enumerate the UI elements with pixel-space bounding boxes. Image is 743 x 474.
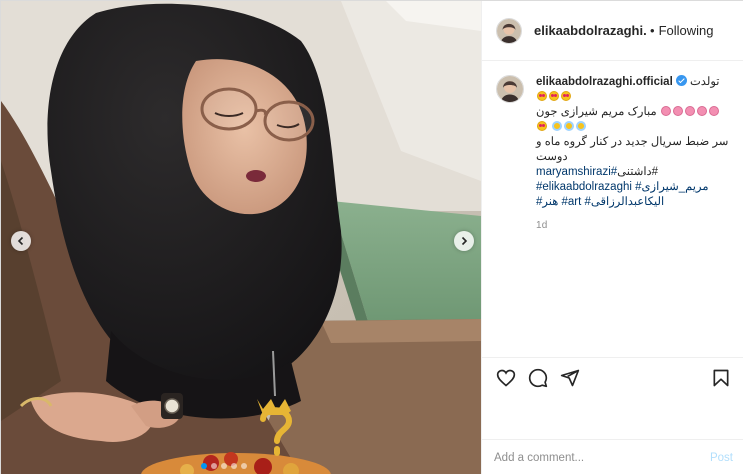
add-comment-section: Post [482, 439, 743, 474]
hashtag-link[interactable]: هنر# [536, 196, 558, 208]
caption: elikaabdolrazaghi.official تولدت مبارک م… [496, 75, 731, 233]
heart-eyes-emoji-icon [537, 91, 547, 101]
comments-area: elikaabdolrazaghi.official تولدت مبارک م… [482, 61, 743, 357]
post-timestamp[interactable]: 1d [536, 218, 731, 233]
hashtag-link[interactable]: maryamshirazi# [536, 166, 617, 178]
share-icon [560, 369, 580, 386]
post-photo [1, 1, 481, 474]
heart-eyes-emoji-icon [561, 91, 571, 101]
post-actions [482, 357, 743, 397]
header-separator: • [650, 23, 655, 38]
verified-badge-icon [675, 75, 687, 86]
caption-username[interactable]: elikaabdolrazaghi.official [536, 76, 673, 88]
like-button[interactable] [490, 362, 522, 394]
next-slide-button[interactable] [454, 231, 474, 251]
comment-icon [528, 368, 548, 387]
carousel-dot [211, 463, 217, 469]
caption-line-3: سر ضبط سریال جدید در کنار گروه ماه و دوس… [536, 136, 729, 163]
cake-emoji-icon [708, 106, 719, 116]
header-username[interactable]: elikaabdolrazaghi.offic [534, 23, 646, 38]
previous-slide-button[interactable] [11, 231, 31, 251]
caption-line-4: داشتنی# [617, 166, 659, 178]
cake-emoji-icon [672, 106, 683, 116]
smiling-halo-emoji-icon [576, 121, 587, 131]
comment-input[interactable] [494, 451, 702, 464]
carousel-dot [221, 463, 227, 469]
post-side-panel: elikaabdolrazaghi.offic • Following elik… [481, 1, 743, 474]
save-button[interactable] [705, 362, 737, 394]
chevron-right-icon [461, 236, 468, 246]
hashtag-link[interactable]: مریم_شیرازی# [635, 181, 708, 193]
carousel-dot [231, 463, 237, 469]
caption-line-2: مبارک مریم شیرازی جون [536, 106, 657, 118]
instagram-post: elikaabdolrazaghi.offic • Following elik… [0, 0, 743, 474]
heart-eyes-emoji-icon [537, 121, 547, 131]
smiling-halo-emoji-icon [552, 121, 563, 131]
hashtag-link[interactable]: elikaabdolrazaghi# [536, 181, 632, 193]
post-comment-button[interactable]: Post [710, 452, 733, 464]
hashtag-link[interactable]: art# [561, 196, 581, 208]
comment-button[interactable] [522, 362, 554, 394]
smiling-halo-emoji-icon [564, 121, 575, 131]
cake-emoji-icon [696, 106, 707, 116]
cake-emoji-icon [684, 106, 695, 116]
share-button[interactable] [554, 362, 586, 394]
caption-line-1: تولدت [689, 76, 720, 88]
bookmark-icon [713, 369, 729, 386]
caption-text: elikaabdolrazaghi.official تولدت مبارک م… [536, 75, 731, 233]
heart-eyes-emoji-icon [549, 91, 559, 101]
profile-picture [497, 18, 521, 43]
heart-icon [496, 369, 516, 387]
carousel-indicator [201, 463, 247, 469]
avatar[interactable] [496, 17, 522, 44]
post-header: elikaabdolrazaghi.offic • Following [482, 1, 743, 61]
chevron-left-icon [17, 236, 24, 246]
following-button[interactable]: Following [659, 23, 714, 38]
carousel-dot [201, 463, 207, 469]
carousel-dot [241, 463, 247, 469]
hashtag-link[interactable]: الیکاعبدالرزاقی# [585, 196, 665, 208]
cake-emoji-icon [660, 106, 671, 116]
post-media[interactable] [1, 1, 481, 474]
caption-avatar[interactable] [496, 75, 524, 103]
profile-picture [497, 76, 523, 102]
